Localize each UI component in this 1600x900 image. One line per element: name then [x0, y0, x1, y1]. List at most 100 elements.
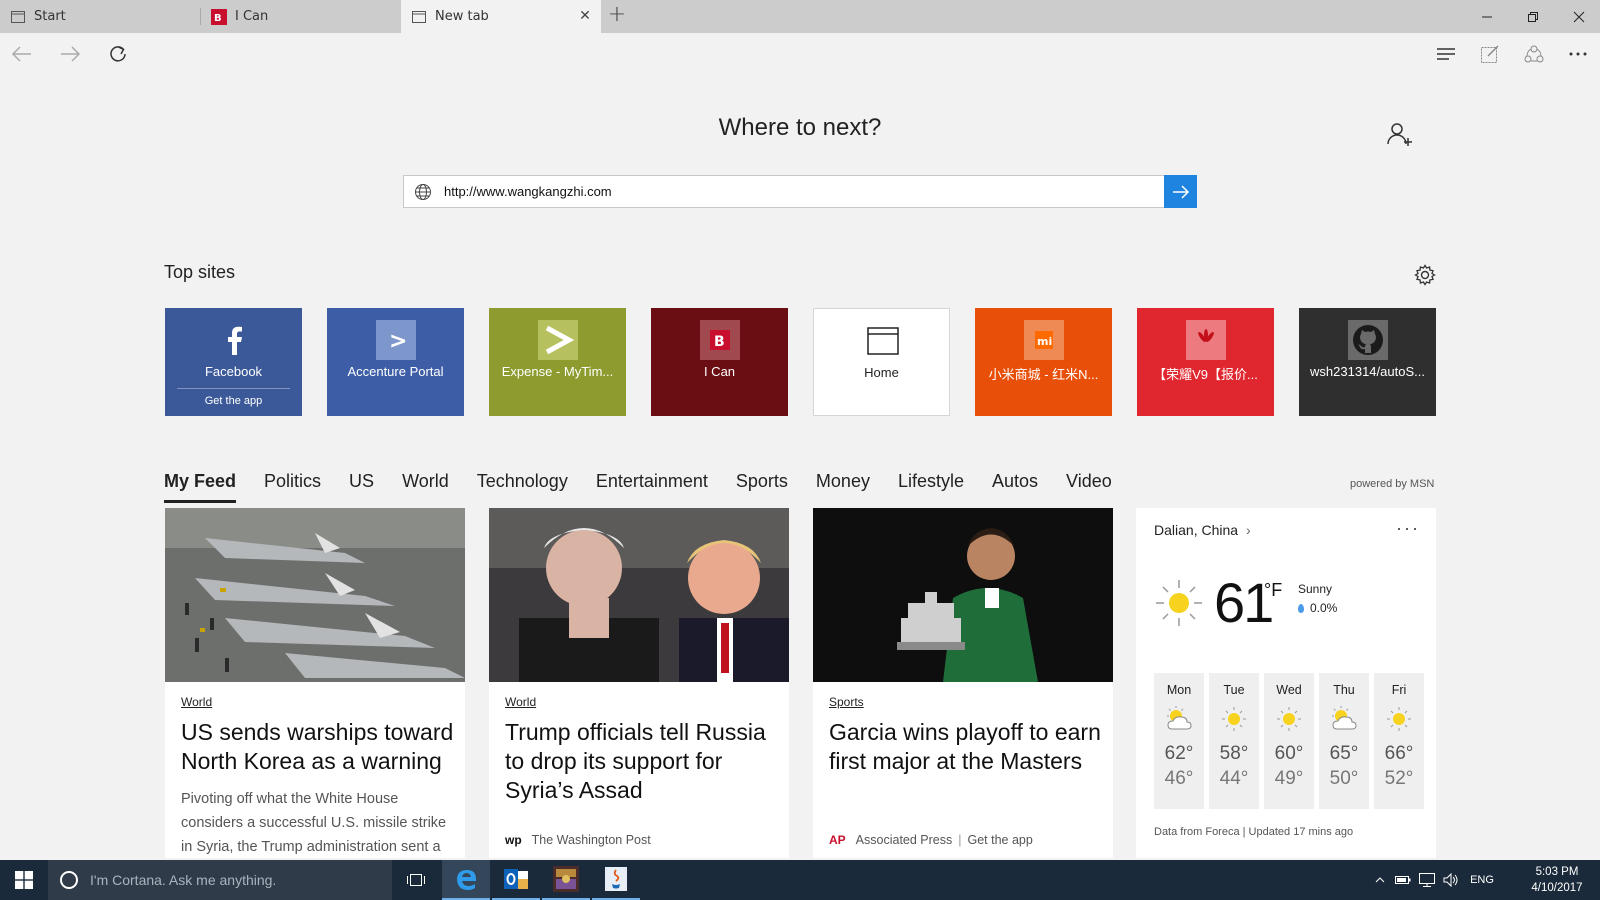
washington-post-logo: wp: [505, 833, 522, 847]
java-app[interactable]: [592, 860, 640, 900]
news-card[interactable]: Sports Garcia wins playoff to earn first…: [813, 508, 1113, 858]
weather-location[interactable]: Dalian, China ›: [1154, 522, 1251, 538]
feed-nav: My Feed Politics US World Technology Ent…: [164, 471, 1140, 503]
news-source: wp The Washington Post: [505, 833, 651, 847]
get-the-app-link[interactable]: Get the app: [177, 388, 290, 407]
tile-label: Facebook: [204, 364, 263, 379]
add-person-icon[interactable]: [1386, 120, 1414, 148]
new-tab-button[interactable]: +: [606, 4, 628, 27]
clock[interactable]: 5:03 PM 4/10/2017: [1520, 864, 1594, 896]
go-button[interactable]: [1164, 175, 1197, 208]
outlook-icon: [504, 869, 528, 889]
tab-start[interactable]: Start: [0, 0, 200, 33]
news-headline[interactable]: Garcia wins playoff to earn first major …: [829, 718, 1109, 776]
day-name: Fri: [1391, 683, 1407, 697]
task-view-button[interactable]: [392, 860, 440, 900]
forecast-day[interactable]: Thu 65° 50°: [1319, 673, 1369, 809]
tile-expense[interactable]: Expense - MyTim...: [489, 308, 626, 416]
sun-icon: [1384, 705, 1414, 733]
more-button[interactable]: [1562, 39, 1594, 69]
forward-button[interactable]: [54, 39, 86, 69]
news-summary: Pivoting off what the White House consid…: [181, 791, 447, 855]
tile-home[interactable]: Home: [813, 308, 950, 416]
news-category[interactable]: World: [181, 695, 212, 709]
high-temp: 62°: [1164, 743, 1194, 764]
tile-label: 小米商城 - 红米N...: [988, 367, 1099, 382]
feed-tab-video[interactable]: Video: [1066, 471, 1112, 501]
nav-bar: [0, 33, 1600, 75]
svg-text:B: B: [714, 334, 725, 350]
search-box: [403, 175, 1197, 208]
feed-tab-us[interactable]: US: [349, 471, 374, 501]
news-category[interactable]: Sports: [829, 695, 864, 709]
language-indicator[interactable]: ENG: [1464, 860, 1500, 900]
get-the-app-link[interactable]: Get the app: [968, 833, 1033, 847]
news-image: [813, 508, 1113, 682]
feed-tab-sports[interactable]: Sports: [736, 471, 788, 501]
tab-i-can[interactable]: B I Can: [201, 0, 401, 33]
tile-accenture-portal[interactable]: > Accenture Portal: [327, 308, 464, 416]
feed-tab-technology[interactable]: Technology: [477, 471, 568, 501]
low-temp: 50°: [1329, 768, 1359, 789]
edge-app[interactable]: [442, 860, 490, 900]
forecast-day[interactable]: Fri 66° 52°: [1374, 673, 1424, 809]
tile-honor-v9[interactable]: 【荣耀V9【报价...: [1137, 308, 1274, 416]
forecast-day[interactable]: Wed 60° 49°: [1264, 673, 1314, 809]
restore-button[interactable]: [1510, 0, 1556, 33]
weather-condition: Sunny: [1298, 582, 1333, 596]
news-category[interactable]: World: [505, 695, 536, 709]
precip-value: 0.0%: [1310, 601, 1338, 615]
more-options-button[interactable]: ···: [1396, 518, 1420, 539]
feed-tab-autos[interactable]: Autos: [992, 471, 1038, 501]
page-icon: [10, 9, 26, 25]
feed-tab-politics[interactable]: Politics: [264, 471, 321, 501]
forecast-day[interactable]: Mon 62° 46°: [1154, 673, 1204, 809]
tab-label: Start: [34, 9, 66, 24]
share-button[interactable]: [1518, 39, 1550, 69]
github-icon: [1348, 320, 1388, 360]
close-icon[interactable]: ✕: [577, 8, 593, 24]
close-window-button[interactable]: [1556, 0, 1600, 33]
game-app[interactable]: [542, 860, 590, 900]
feed-tab-lifestyle[interactable]: Lifestyle: [898, 471, 964, 501]
windows-icon: [15, 871, 33, 889]
back-button[interactable]: [6, 39, 38, 69]
show-hidden-icons[interactable]: [1370, 860, 1390, 900]
refresh-button[interactable]: [102, 39, 134, 69]
feed-tab-entertainment[interactable]: Entertainment: [596, 471, 708, 501]
partly-cloudy-icon: [1164, 705, 1194, 733]
tile-i-can[interactable]: B I Can: [651, 308, 788, 416]
news-headline[interactable]: US sends warships toward North Korea as …: [181, 718, 461, 776]
b3-icon: B: [211, 8, 227, 25]
huawei-logo-icon: [1186, 320, 1226, 360]
search-input[interactable]: [444, 176, 1144, 207]
feed-tab-world[interactable]: World: [402, 471, 449, 501]
temp-unit[interactable]: °F: [1264, 580, 1282, 601]
start-button[interactable]: [0, 860, 48, 900]
web-note-button[interactable]: [1474, 39, 1506, 69]
news-card[interactable]: World Trump officials tell Russia to dro…: [489, 508, 789, 858]
low-temp: 49°: [1274, 768, 1304, 789]
tab-new-tab[interactable]: New tab ✕: [401, 0, 601, 33]
forecast-day[interactable]: Tue 58° 44°: [1209, 673, 1259, 809]
news-card[interactable]: World US sends warships toward North Kor…: [165, 508, 465, 858]
tile-github[interactable]: wsh231314/autoS...: [1299, 308, 1436, 416]
volume-icon[interactable]: [1440, 860, 1462, 900]
battery-icon[interactable]: [1392, 860, 1414, 900]
news-headline[interactable]: Trump officials tell Russia to drop its …: [505, 718, 785, 805]
feed-tab-money[interactable]: Money: [816, 471, 870, 501]
feed-tab-my-feed[interactable]: My Feed: [164, 471, 237, 503]
minimize-button[interactable]: [1464, 0, 1510, 33]
tile-facebook[interactable]: Facebook Get the app: [165, 308, 302, 416]
cortana-search[interactable]: I'm Cortana. Ask me anything.: [48, 860, 392, 900]
network-icon[interactable]: [1416, 860, 1438, 900]
taskbar: I'm Cortana. Ask me anything. ENG 5:03 P…: [0, 860, 1600, 900]
hub-button[interactable]: [1430, 39, 1462, 69]
tile-mi-store[interactable]: mi 小米商城 - 红米N...: [975, 308, 1112, 416]
high-temp: 58°: [1219, 743, 1249, 764]
outlook-app[interactable]: [492, 860, 540, 900]
tile-label: Accenture Portal: [347, 364, 444, 379]
time: 5:03 PM: [1535, 866, 1579, 878]
day-name: Tue: [1223, 683, 1245, 697]
gear-icon[interactable]: [1414, 264, 1436, 286]
